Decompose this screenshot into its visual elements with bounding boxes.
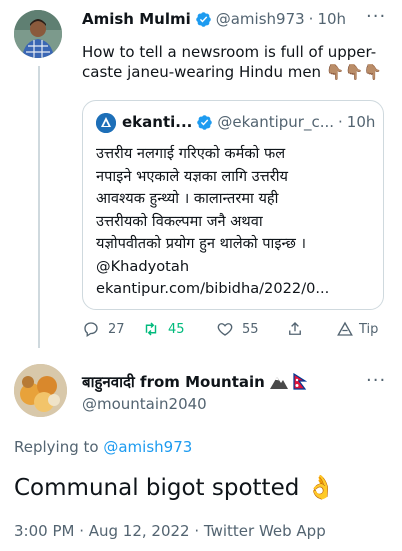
replying-to-label: Replying to [14, 438, 99, 456]
handle[interactable]: @amish973 [216, 10, 305, 28]
quote-display-name: ekanti... [122, 113, 193, 131]
separator-dot: · [338, 113, 343, 131]
quoted-avatar [96, 113, 116, 133]
tip-button[interactable]: Tip [336, 320, 378, 338]
retweet-icon [145, 322, 157, 336]
ok-hand-emoji: 👌 [306, 475, 336, 501]
share-button[interactable] [286, 320, 336, 338]
tweet-text: How to tell a newsroom is full of upper-… [82, 42, 392, 82]
nepal-flag-icon [293, 373, 307, 390]
reply-display-name[interactable]: बाहुनवादी from Mountain [82, 372, 265, 392]
heart-icon [217, 323, 233, 336]
more-options-icon[interactable]: ··· [366, 6, 386, 27]
quote-mention: @Khadyotah [96, 257, 190, 275]
quote-line: उत्तरीय नलगाई गरिएको कर्मको फल [96, 145, 286, 162]
action-bar: 27 45 55 Tip [82, 320, 378, 338]
avatar-amish[interactable] [14, 10, 62, 58]
quote-line: नपाइने भएकाले यज्ञका लागि उत्तरीय [96, 167, 288, 185]
reply-icon [84, 322, 98, 338]
replying-to: Replying to @amish973 [14, 438, 192, 456]
tip-label: Tip [359, 321, 379, 337]
replying-to-handle[interactable]: @amish973 [103, 438, 192, 456]
like-count: 55 [242, 321, 259, 337]
quote-handle: @ekantipur_c... [217, 113, 335, 131]
quote-header: ekanti... @ekantipur_c... · 10h [122, 113, 375, 131]
mountain-icon [269, 377, 288, 389]
tweet-text-line: caste janeu-wearing Hindu men 👇🏽👇🏽👇🏽 [82, 62, 392, 82]
reply-text-body: Communal bigot spotted [14, 475, 300, 501]
share-icon [289, 322, 301, 335]
tweet-text-line: How to tell a newsroom is full of upper- [82, 43, 377, 61]
quote-tweet-card[interactable]: ekanti... @ekantipur_c... · 10h उत्तरीय … [82, 100, 384, 310]
avatar-mountain[interactable] [14, 364, 67, 417]
like-button[interactable]: 55 [216, 320, 286, 338]
more-options-icon[interactable]: ··· [366, 370, 386, 391]
quote-line: यज्ञोपवीतको प्रयोग हुन थालेको पाइन्छ । [96, 235, 307, 252]
quote-timestamp: 10h [346, 113, 376, 131]
reply-handle[interactable]: @mountain2040 [82, 395, 207, 413]
reply-header: बाहुनवादी from Mountain [82, 372, 307, 392]
quote-line: उत्तरीयको विकल्पमा जनै अथवा [96, 212, 263, 230]
tweet-text-span: caste janeu-wearing Hindu men [82, 63, 322, 81]
pointing-down-emoji: 👇🏽👇🏽👇🏽 [325, 63, 382, 81]
thread-line [38, 66, 40, 348]
quote-line: आवश्यक हुन्थ्यो । कालान्तरमा यही [96, 190, 279, 207]
retweet-count: 45 [168, 321, 185, 337]
reply-button[interactable]: 27 [82, 320, 142, 338]
display-name[interactable]: Amish Mulmi [82, 10, 191, 28]
reply-meta[interactable]: 3:00 PM · Aug 12, 2022 · Twitter Web App [14, 522, 326, 540]
tip-icon [337, 321, 353, 336]
quote-link: ekantipur.com/bibidha/2022/0... [96, 280, 330, 297]
reply-text: Communal bigot spotted 👌 [14, 474, 335, 501]
tweet-header: Amish Mulmi @amish973 · 10h [82, 10, 388, 28]
verified-badge-icon [197, 114, 213, 130]
timestamp[interactable]: 10h [317, 10, 346, 28]
reply-count: 27 [108, 321, 125, 337]
verified-badge-icon [195, 11, 211, 27]
retweet-button[interactable]: 45 [142, 320, 216, 338]
separator-dot: · [308, 10, 314, 28]
quote-text: उत्तरीय नलगाई गरिएको कर्मको फल नपाइने भए… [96, 143, 381, 301]
